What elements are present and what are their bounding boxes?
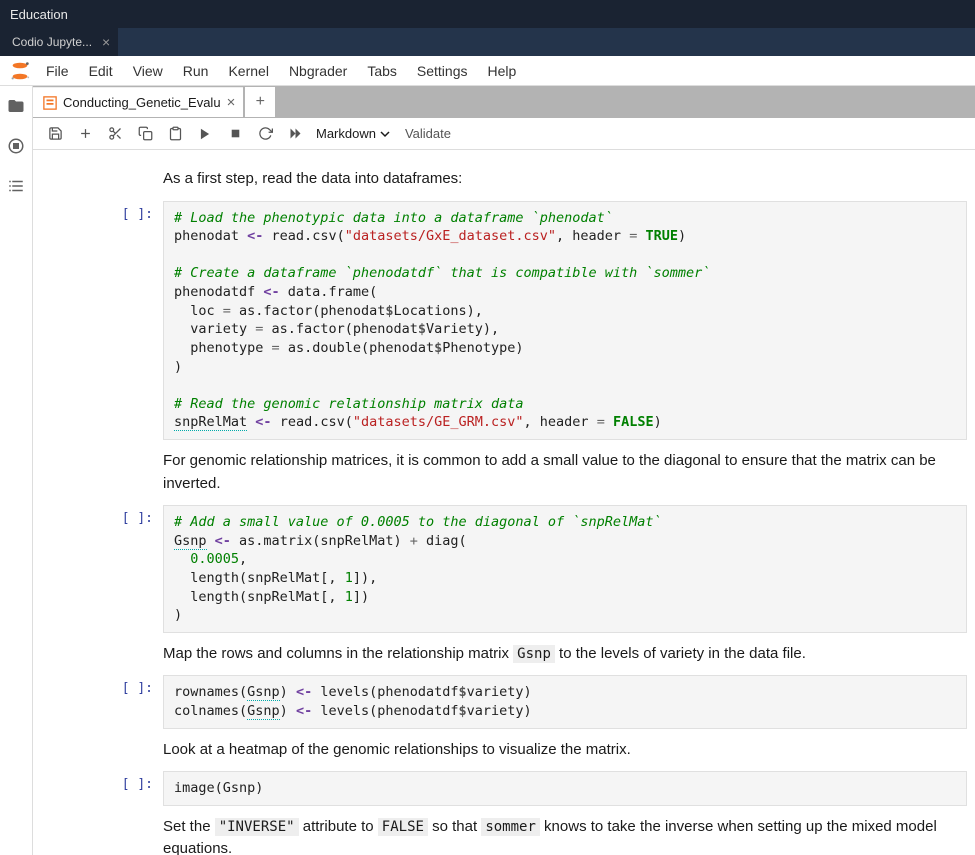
code-source[interactable]: rownames(Gsnp) <- levels(phenodatdf$vari… — [163, 675, 967, 728]
menu-view[interactable]: View — [123, 59, 173, 83]
notebook-body[interactable]: As a first step, read the data into data… — [33, 150, 975, 855]
validate-button[interactable]: Validate — [397, 122, 459, 145]
notebook-toolbar: Markdown Validate — [33, 118, 975, 150]
markdown-cell[interactable]: As a first step, read the data into data… — [33, 162, 975, 197]
close-icon[interactable]: × — [227, 95, 236, 110]
chevron-down-icon — [380, 129, 390, 139]
restart-button[interactable] — [251, 120, 279, 148]
editor-tab-label: Codio Jupyte... — [12, 35, 92, 49]
menu-nbgrader[interactable]: Nbgrader — [279, 59, 357, 83]
cut-button[interactable] — [101, 120, 129, 148]
insert-cell-button[interactable] — [71, 120, 99, 148]
cell-type-label: Markdown — [316, 126, 376, 141]
prompt: [ ]: — [122, 511, 153, 526]
close-icon[interactable]: × — [102, 34, 110, 50]
markdown-cell[interactable]: Look at a heatmap of the genomic relatio… — [33, 733, 975, 768]
markdown-text: Look at a heatmap of the genomic relatio… — [163, 741, 631, 758]
code-source[interactable]: image(Gsnp) — [163, 771, 967, 806]
copy-button[interactable] — [131, 120, 159, 148]
running-icon[interactable] — [6, 136, 26, 156]
menubar: File Edit View Run Kernel Nbgrader Tabs … — [0, 56, 975, 86]
menu-settings[interactable]: Settings — [407, 59, 478, 83]
code-cell[interactable]: [ ]: # Load the phenotypic data into a d… — [33, 201, 975, 441]
code-cell[interactable]: [ ]: image(Gsnp) — [33, 771, 975, 806]
paste-button[interactable] — [161, 120, 189, 148]
code-source[interactable]: # Add a small value of 0.0005 to the dia… — [163, 505, 967, 633]
run-button[interactable] — [191, 120, 219, 148]
markdown-cell[interactable]: Map the rows and columns in the relation… — [33, 637, 975, 672]
content-area: Conducting_Genetic_Evalu × + Markdown Va… — [33, 86, 975, 855]
markdown-text: so that — [428, 818, 481, 835]
menu-kernel[interactable]: Kernel — [218, 59, 278, 83]
window-title: Education — [10, 7, 68, 22]
toc-icon[interactable] — [6, 176, 26, 196]
markdown-text: As a first step, read the data into data… — [163, 170, 462, 187]
menu-file[interactable]: File — [36, 59, 79, 83]
notebook-tab-label: Conducting_Genetic_Evalu — [63, 95, 221, 110]
markdown-text: attribute to — [299, 818, 378, 835]
markdown-text: to the levels of variety in the data fil… — [555, 645, 806, 662]
menu-run[interactable]: Run — [173, 59, 219, 83]
menu-tabs[interactable]: Tabs — [357, 59, 407, 83]
inline-code: "INVERSE" — [215, 818, 299, 836]
code-cell[interactable]: [ ]: rownames(Gsnp) <- levels(phenodatdf… — [33, 675, 975, 728]
code-cell[interactable]: [ ]: # Add a small value of 0.0005 to th… — [33, 505, 975, 633]
cell-type-select[interactable]: Markdown — [311, 123, 395, 144]
prompt: [ ]: — [122, 777, 153, 792]
left-sidebar — [0, 86, 33, 855]
restart-run-all-button[interactable] — [281, 120, 309, 148]
inline-code: sommer — [481, 818, 540, 836]
inline-code: Gsnp — [513, 645, 555, 663]
interrupt-button[interactable] — [221, 120, 249, 148]
markdown-cell[interactable]: For genomic relationship matrices, it is… — [33, 444, 975, 501]
notebook-icon — [43, 96, 57, 110]
menu-help[interactable]: Help — [477, 59, 526, 83]
editor-tab[interactable]: Codio Jupyte... × — [0, 28, 118, 56]
window-titlebar: Education — [0, 0, 975, 28]
markdown-cell[interactable]: Set the "INVERSE" attribute to FALSE so … — [33, 810, 975, 855]
editor-tabbar: Codio Jupyte... × — [0, 28, 975, 56]
save-button[interactable] — [41, 120, 69, 148]
menu-edit[interactable]: Edit — [79, 59, 123, 83]
code-source[interactable]: # Load the phenotypic data into a datafr… — [163, 201, 967, 441]
markdown-text: Map the rows and columns in the relation… — [163, 645, 513, 662]
folder-icon[interactable] — [6, 96, 26, 116]
inline-code: FALSE — [378, 818, 428, 836]
prompt: [ ]: — [122, 207, 153, 222]
notebook-tab[interactable]: Conducting_Genetic_Evalu × — [33, 87, 243, 117]
markdown-text: Set the — [163, 818, 215, 835]
markdown-text: For genomic relationship matrices, it is… — [163, 452, 936, 492]
prompt: [ ]: — [122, 681, 153, 696]
add-tab-button[interactable]: + — [245, 87, 275, 117]
jupyter-logo-icon[interactable] — [8, 59, 32, 83]
notebook-tabbar: Conducting_Genetic_Evalu × + — [33, 86, 975, 118]
